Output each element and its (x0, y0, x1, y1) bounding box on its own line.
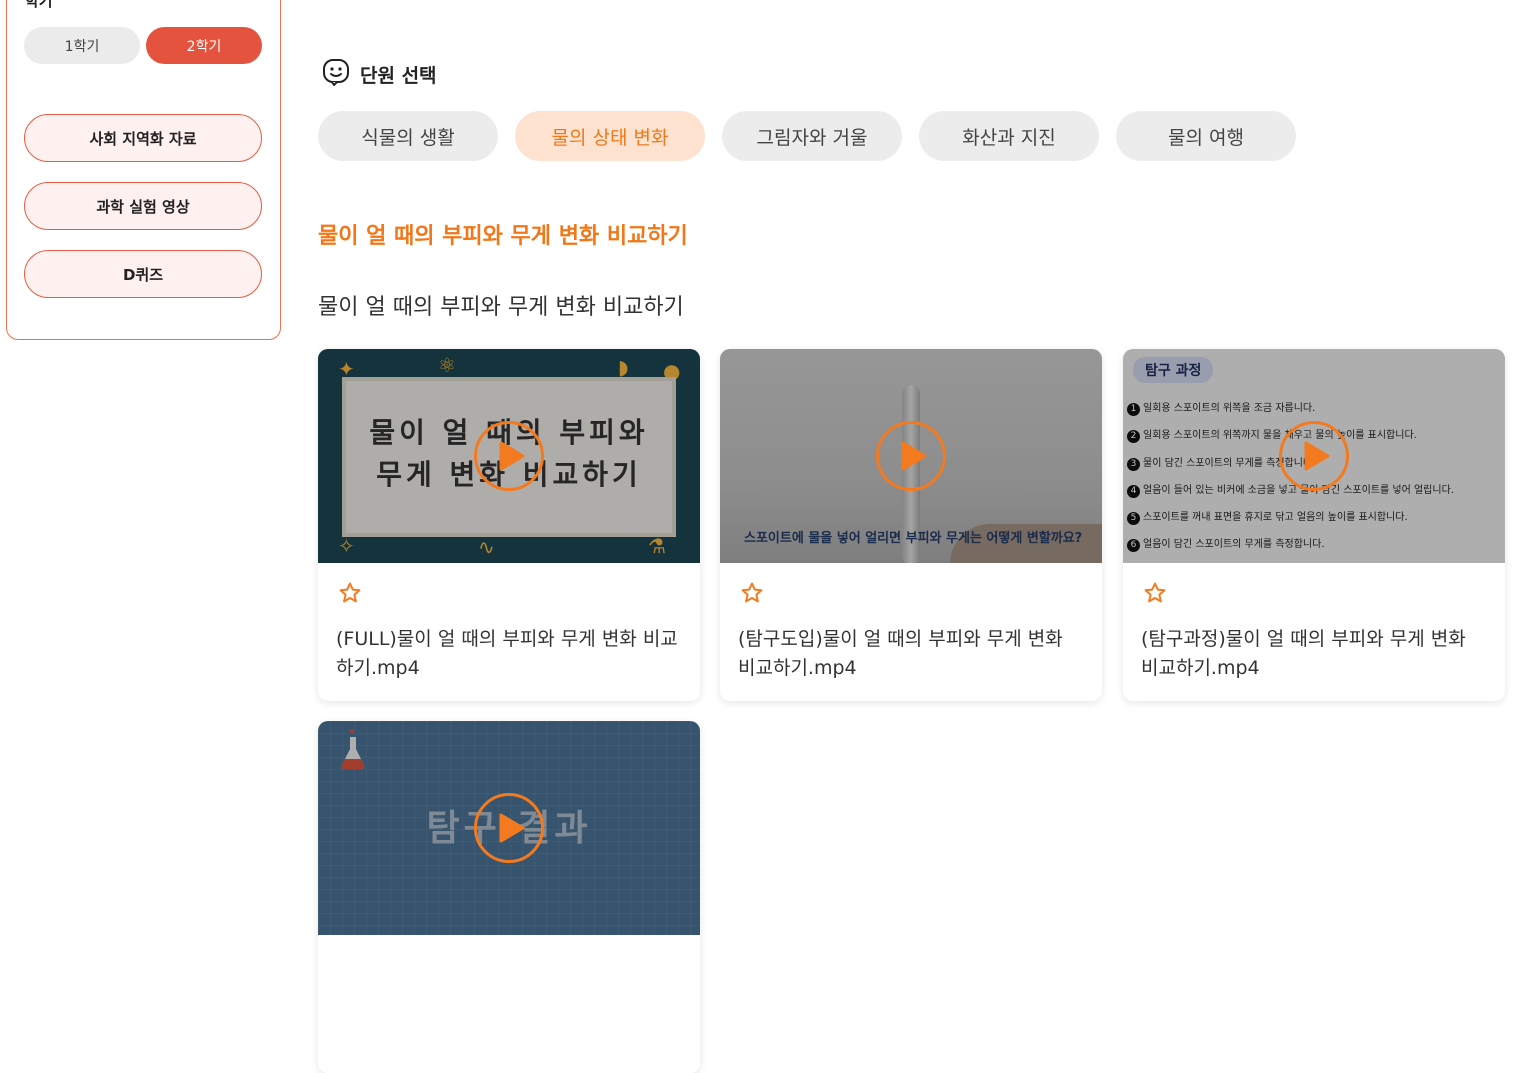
semester-1-button[interactable]: 1학기 (24, 27, 140, 64)
unit-select-header: 단원 선택 (322, 58, 437, 90)
unit-chip-plant-life[interactable]: 식물의 생활 (318, 111, 498, 161)
video-card[interactable]: ✦ ⚛ ◗ ● ✧ ∿ ⚗ 물이 얼 때의 부피와 무게 변화 비교하기 (FU… (318, 349, 700, 701)
video-thumbnail[interactable]: 스포이트에 물을 넣어 얼리면 부피와 무게는 어떻게 변할까요? (720, 349, 1102, 563)
video-title[interactable]: (FULL)물이 얼 때의 부피와 무게 변화 비교하기.mp4 (336, 625, 681, 683)
semester-toggle: 1학기 2학기 (24, 27, 262, 64)
unit-select-title: 단원 선택 (360, 64, 437, 87)
science-experiment-videos-button[interactable]: 과학 실험 영상 (24, 182, 262, 230)
video-thumbnail[interactable]: 탐구 과정 1 일회용 스포이트의 위쪽을 조금 자릅니다. 2 일회용 스포이트의… (1123, 349, 1505, 563)
sidebar: 학기 1학기 2학기 사회 지역화 자료 과학 실험 영상 D퀴즈 (6, 0, 281, 340)
video-card[interactable]: 탐구 과정 1 일회용 스포이트의 위쪽을 조금 자릅니다. 2 일회용 스포이트의… (1123, 349, 1505, 701)
star-icon[interactable] (338, 581, 362, 609)
social-regional-materials-button[interactable]: 사회 지역화 자료 (24, 114, 262, 162)
unit-chip-water-journey[interactable]: 물의 여행 (1116, 111, 1296, 161)
d-quiz-button[interactable]: D퀴즈 (24, 250, 262, 298)
star-icon[interactable] (740, 581, 764, 609)
unit-chip-shadow-mirror[interactable]: 그림자와 거울 (722, 111, 902, 161)
lesson-subtitle: 물이 얼 때의 부피와 무게 변화 비교하기 (318, 295, 684, 320)
video-thumbnail[interactable]: ✦ ⚛ ◗ ● ✧ ∿ ⚗ 물이 얼 때의 부피와 무게 변화 비교하기 (318, 349, 700, 563)
video-title[interactable]: (탐구도입)물이 얼 때의 부피와 무게 변화 비교하기.mp4 (738, 625, 1083, 683)
video-thumbnail[interactable]: 탐구 결과 (318, 721, 700, 935)
unit-chip-water-state-change[interactable]: 물의 상태 변화 (515, 111, 705, 161)
star-icon[interactable] (1143, 581, 1167, 609)
play-icon[interactable] (876, 421, 946, 491)
play-icon[interactable] (474, 793, 544, 863)
unit-chip-list: 식물의 생활 물의 상태 변화 그림자와 거울 화산과 지진 물의 여행 (318, 111, 1296, 161)
video-card[interactable]: 스포이트에 물을 넣어 얼리면 부피와 무게는 어떻게 변할까요? (탐구도입)… (720, 349, 1102, 701)
semester-2-button[interactable]: 2학기 (146, 27, 262, 64)
video-card[interactable]: 탐구 결과 (318, 721, 700, 1073)
lesson-title[interactable]: 물이 얼 때의 부피와 무게 변화 비교하기 (318, 218, 688, 250)
play-icon[interactable] (474, 421, 544, 491)
unit-chip-volcano-earthquake[interactable]: 화산과 지진 (919, 111, 1099, 161)
video-title[interactable]: (탐구과정)물이 얼 때의 부피와 무게 변화 비교하기.mp4 (1141, 625, 1486, 683)
play-icon[interactable] (1279, 421, 1349, 491)
smile-icon (322, 58, 350, 90)
semester-label: 학기 (25, 0, 53, 10)
